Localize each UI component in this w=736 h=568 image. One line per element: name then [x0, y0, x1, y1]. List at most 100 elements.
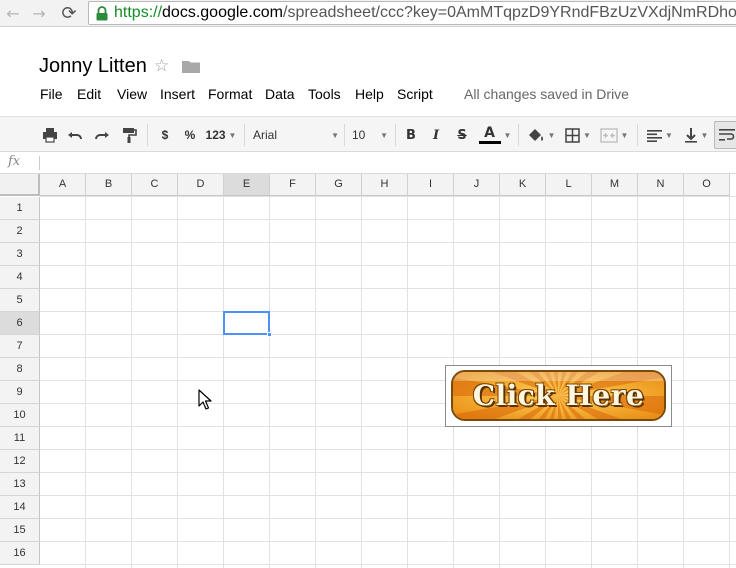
text-color-button[interactable]: A ▼ — [477, 126, 513, 144]
url-host: docs.google.com — [162, 4, 283, 21]
wrap-text-icon — [719, 129, 735, 141]
url-text: https://docs.google.com/spreadsheet/ccc?… — [114, 2, 736, 24]
row-header-15[interactable]: 15 — [0, 519, 40, 542]
column-header-h[interactable]: H — [362, 174, 408, 196]
menu-tools[interactable]: Tools — [308, 86, 341, 102]
forward-arrow-icon[interactable]: → — [28, 3, 50, 23]
row-header-13[interactable]: 13 — [0, 473, 40, 496]
browser-url-bar: ← → ⟳ https://docs.google.com/spreadshee… — [0, 0, 736, 27]
chevron-down-icon: ▼ — [700, 130, 709, 140]
fill-handle[interactable] — [267, 332, 272, 337]
row-header-10[interactable]: 10 — [0, 404, 40, 427]
row-header-14[interactable]: 14 — [0, 496, 40, 519]
select-all-corner[interactable] — [0, 174, 40, 196]
url-scheme: https:// — [114, 4, 163, 21]
column-header-k[interactable]: K — [500, 174, 546, 196]
more-formats-label: 123 — [205, 128, 226, 142]
menu-edit[interactable]: Edit — [77, 86, 101, 102]
column-header-o[interactable]: O — [684, 174, 730, 196]
font-family-select[interactable]: Arial ▼ — [253, 126, 339, 144]
menu-script[interactable]: Script — [397, 86, 433, 102]
column-header-b[interactable]: B — [86, 174, 132, 196]
column-header-j[interactable]: J — [454, 174, 500, 196]
redo-icon[interactable] — [94, 126, 110, 144]
align-bottom-icon — [684, 128, 697, 143]
chevron-down-icon: ▼ — [665, 130, 673, 140]
selected-cell-e6[interactable] — [223, 311, 270, 335]
row-header-9[interactable]: 9 — [0, 381, 40, 404]
menu-format[interactable]: Format — [208, 86, 252, 102]
menu-view[interactable]: View — [117, 86, 147, 102]
row-header-11[interactable]: 11 — [0, 427, 40, 450]
percent-format-button[interactable]: % — [183, 126, 197, 144]
italic-button[interactable]: I — [429, 126, 443, 144]
toolbar-separator — [637, 124, 638, 146]
column-header-a[interactable]: A — [40, 174, 86, 196]
column-header-g[interactable]: G — [316, 174, 362, 196]
drawing-frame[interactable]: Click Here — [445, 365, 672, 427]
column-header-d[interactable]: D — [178, 174, 224, 196]
column-header-l[interactable]: L — [546, 174, 592, 196]
click-here-button[interactable]: Click Here — [451, 370, 666, 421]
print-icon[interactable] — [42, 126, 58, 144]
more-formats-button[interactable]: 123 ▼ — [204, 126, 238, 144]
borders-button[interactable]: ▼ — [563, 126, 593, 144]
row-header-1[interactable]: 1 — [0, 197, 40, 220]
menu-file[interactable]: File — [40, 86, 63, 102]
chevron-down-icon: ▼ — [331, 130, 339, 140]
currency-format-button[interactable]: $ — [158, 126, 172, 144]
menu-data[interactable]: Data — [265, 86, 295, 102]
fx-icon: fx — [8, 154, 21, 169]
column-header-c[interactable]: C — [132, 174, 178, 196]
paint-format-icon[interactable] — [121, 126, 137, 144]
bold-button[interactable]: B — [404, 126, 418, 144]
toolbar-separator — [244, 124, 245, 146]
font-family-value: Arial — [253, 128, 278, 142]
row-header-3[interactable]: 3 — [0, 243, 40, 266]
chevron-down-icon: ▼ — [583, 130, 591, 140]
horizontal-align-button[interactable]: ▼ — [645, 126, 675, 144]
menu-help[interactable]: Help — [355, 86, 384, 102]
chevron-down-icon: ▼ — [228, 130, 237, 140]
merge-cells-button[interactable]: ▼ — [598, 126, 630, 144]
text-wrap-button[interactable] — [714, 121, 736, 149]
back-arrow-icon[interactable]: ← — [2, 3, 24, 23]
row-header-2[interactable]: 2 — [0, 220, 40, 243]
column-header-m[interactable]: M — [592, 174, 638, 196]
chevron-down-icon: ▼ — [547, 130, 556, 140]
menu-insert[interactable]: Insert — [160, 86, 195, 102]
column-header-f[interactable]: F — [270, 174, 316, 196]
address-bar[interactable]: https://docs.google.com/spreadsheet/ccc?… — [88, 1, 736, 25]
fill-color-button[interactable]: ▼ — [526, 126, 556, 144]
row-header-8[interactable]: 8 — [0, 358, 40, 381]
lock-icon — [96, 6, 108, 21]
column-header-e[interactable]: E — [224, 174, 270, 196]
toolbar-separator — [344, 124, 345, 146]
row-header-16[interactable]: 16 — [0, 542, 40, 565]
row-header-6[interactable]: 6 — [0, 312, 40, 335]
chevron-down-icon: ▼ — [620, 130, 629, 140]
formula-bar: fx — [0, 152, 736, 174]
strikethrough-button[interactable]: S — [455, 126, 469, 144]
formula-divider — [39, 156, 40, 170]
star-icon[interactable]: ☆ — [154, 56, 169, 76]
row-header-12[interactable]: 12 — [0, 450, 40, 473]
vertical-align-button[interactable]: ▼ — [681, 126, 711, 144]
reload-icon[interactable]: ⟳ — [58, 3, 80, 24]
font-size-select[interactable]: 10 ▼ — [352, 126, 388, 144]
save-status: All changes saved in Drive — [464, 86, 629, 102]
folder-icon[interactable] — [182, 59, 200, 73]
document-title[interactable]: Jonny Litten — [39, 55, 147, 78]
undo-icon[interactable] — [67, 126, 83, 144]
merge-cells-icon — [599, 127, 618, 143]
chevron-down-icon: ▼ — [503, 130, 512, 140]
mouse-cursor-icon — [198, 389, 212, 410]
row-header-4[interactable]: 4 — [0, 266, 40, 289]
row-header-7[interactable]: 7 — [0, 335, 40, 358]
column-header-n[interactable]: N — [638, 174, 684, 196]
toolbar-separator — [518, 124, 519, 146]
column-header-i[interactable]: I — [408, 174, 454, 196]
row-header-5[interactable]: 5 — [0, 289, 40, 312]
borders-icon — [565, 127, 580, 143]
formula-input[interactable] — [46, 155, 726, 171]
